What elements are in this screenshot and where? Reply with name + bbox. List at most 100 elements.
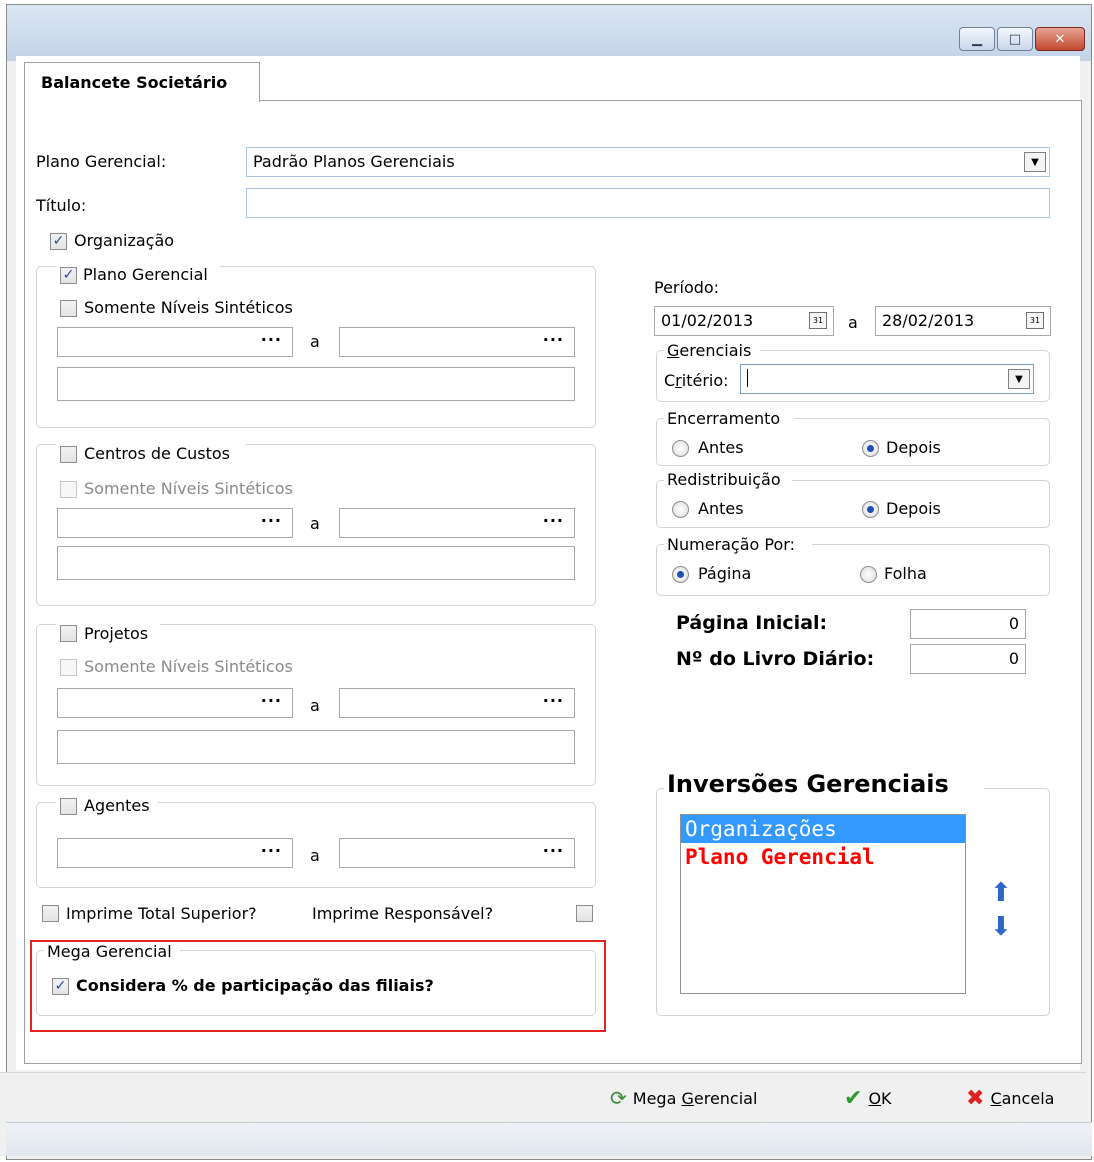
projetos-from-picker[interactable]: ··· [57,688,293,718]
ellipsis-icon[interactable]: ··· [543,841,564,860]
calendar-icon[interactable]: 31 [809,312,827,329]
centros-sintetico-checkbox[interactable] [60,481,77,498]
encerramento-legend: Encerramento [664,409,794,431]
plano-between-label: a [310,332,320,351]
criterio-label-accel: r [675,371,682,390]
ok-button[interactable]: ✔ OK [844,1086,892,1111]
plano-sintetico-label: Somente Níveis Sintéticos [84,298,293,317]
centros-sintetico-label: Somente Níveis Sintéticos [84,479,293,498]
titulo-input[interactable] [246,188,1050,218]
numeracao-pagina-label: Página [698,564,752,583]
titulo-label: Título: [36,196,87,215]
redistribuicao-depois-radio[interactable] [862,501,879,518]
periodo-to-input[interactable]: 28/02/2013 31 [875,306,1051,336]
redistribuicao-legend: Redistribuição [664,470,792,492]
organizacao-label: Organização [74,231,175,250]
minimize-button[interactable]: ▁ [959,27,995,51]
gerenciais-legend: Gerenciais [664,341,760,363]
mega-label-pre: Mega [632,1088,682,1108]
cancel-button[interactable]: ✖ Cancela [966,1086,1054,1111]
ellipsis-icon[interactable]: ··· [261,330,282,349]
centros-custos-label: Centros de Custos [84,444,230,463]
projetos-checkbox[interactable] [60,625,77,642]
plano-sintetico-checkbox[interactable] [60,300,77,317]
gerenciais-legend-accel: G [667,341,680,360]
projetos-sintetico-label: Somente Níveis Sintéticos [84,657,293,676]
numeracao-folha-label: Folha [884,564,927,583]
redistribuicao-depois-label: Depois [886,499,941,518]
encerramento-depois-radio[interactable] [862,440,879,457]
mega-label-accel: G [681,1088,694,1108]
gerenciais-legend-rest: erenciais [679,341,752,360]
pagina-inicial-input[interactable]: 0 [910,609,1026,639]
livro-diario-input[interactable]: 0 [910,644,1026,674]
numeracao-folha-radio[interactable] [860,566,877,583]
plano-gerencial-checkbox[interactable]: ✓ [60,267,77,284]
ellipsis-icon[interactable]: ··· [543,691,564,710]
periodo-from-value: 01/02/2013 [661,311,754,330]
ellipsis-icon[interactable]: ··· [261,691,282,710]
chevron-down-icon[interactable]: ▼ [1024,152,1046,172]
projetos-description-field[interactable] [57,730,575,764]
ellipsis-icon[interactable]: ··· [543,511,564,530]
periodo-label: Período: [654,278,720,297]
text-cursor [747,369,748,387]
highlight-box [30,940,606,1032]
projetos-sintetico-checkbox[interactable] [60,659,77,676]
ok-button-label: OK [868,1089,891,1108]
centros-custos-checkbox[interactable] [60,446,77,463]
close-button[interactable]: ✕ [1035,27,1085,51]
projetos-to-picker[interactable]: ··· [339,688,575,718]
criterio-select[interactable]: ▼ [740,364,1034,394]
plano-to-picker[interactable]: ··· [339,327,575,357]
imprime-total-checkbox[interactable] [42,905,59,922]
projetos-label: Projetos [84,624,149,643]
close-icon: ✖ [966,1086,985,1111]
mega-gerencial-button[interactable]: ⟳ Mega Gerencial [610,1086,757,1110]
plano-from-picker[interactable]: ··· [57,327,293,357]
encerramento-depois-label: Depois [886,438,941,457]
ellipsis-icon[interactable]: ··· [261,841,282,860]
centros-description-field[interactable] [57,546,575,580]
ellipsis-icon[interactable]: ··· [543,330,564,349]
redistribuicao-antes-radio[interactable] [672,501,689,518]
inversoes-list[interactable]: Organizações Plano Gerencial [680,814,966,994]
criterio-label-rest: itério: [681,371,729,390]
mega-gerencial-icon: ⟳ [610,1086,627,1110]
calendar-icon[interactable]: 31 [1026,312,1044,329]
list-item[interactable]: Organizações [681,815,965,843]
encerramento-antes-label: Antes [698,438,744,457]
livro-diario-label: Nº do Livro Diário: [676,648,875,670]
encerramento-antes-radio[interactable] [672,440,689,457]
centros-from-picker[interactable]: ··· [57,508,293,538]
tab-balancete-societario[interactable]: Balancete Societário [24,62,260,102]
periodo-from-input[interactable]: 01/02/2013 31 [654,306,834,336]
imprime-responsavel-checkbox[interactable] [576,905,593,922]
maximize-button[interactable]: □ [997,27,1033,51]
agentes-checkbox[interactable] [60,798,77,815]
imprime-total-label: Imprime Total Superior? [66,904,257,923]
agentes-to-picker[interactable]: ··· [339,838,575,868]
redistribuicao-antes-label: Antes [698,499,744,518]
mega-gerencial-button-label: Mega Gerencial [633,1089,758,1108]
plano-gerencial-select[interactable]: Padrão Planos Gerenciais ▼ [246,147,1050,177]
organizacao-checkbox[interactable]: ✓ [50,233,67,250]
status-bar [6,1122,1092,1156]
agentes-between-label: a [310,846,320,865]
pagina-inicial-label: Página Inicial: [676,612,828,634]
chevron-down-icon[interactable]: ▼ [1008,369,1030,389]
numeracao-pagina-radio[interactable] [672,566,689,583]
cancel-label-rest: ancela [1001,1089,1055,1108]
ellipsis-icon[interactable]: ··· [261,511,282,530]
ok-label-accel: O [868,1089,882,1108]
criterio-label: Critério: [664,371,729,390]
centros-between-label: a [310,514,320,533]
agentes-from-picker[interactable]: ··· [57,838,293,868]
move-down-icon[interactable]: ⬇ [990,914,1012,940]
move-up-icon[interactable]: ⬆ [990,880,1012,906]
list-item[interactable]: Plano Gerencial [681,843,965,871]
check-icon: ✔ [844,1086,863,1111]
plano-description-field[interactable] [57,367,575,401]
criterio-label-pre: C [664,371,676,390]
centros-to-picker[interactable]: ··· [339,508,575,538]
